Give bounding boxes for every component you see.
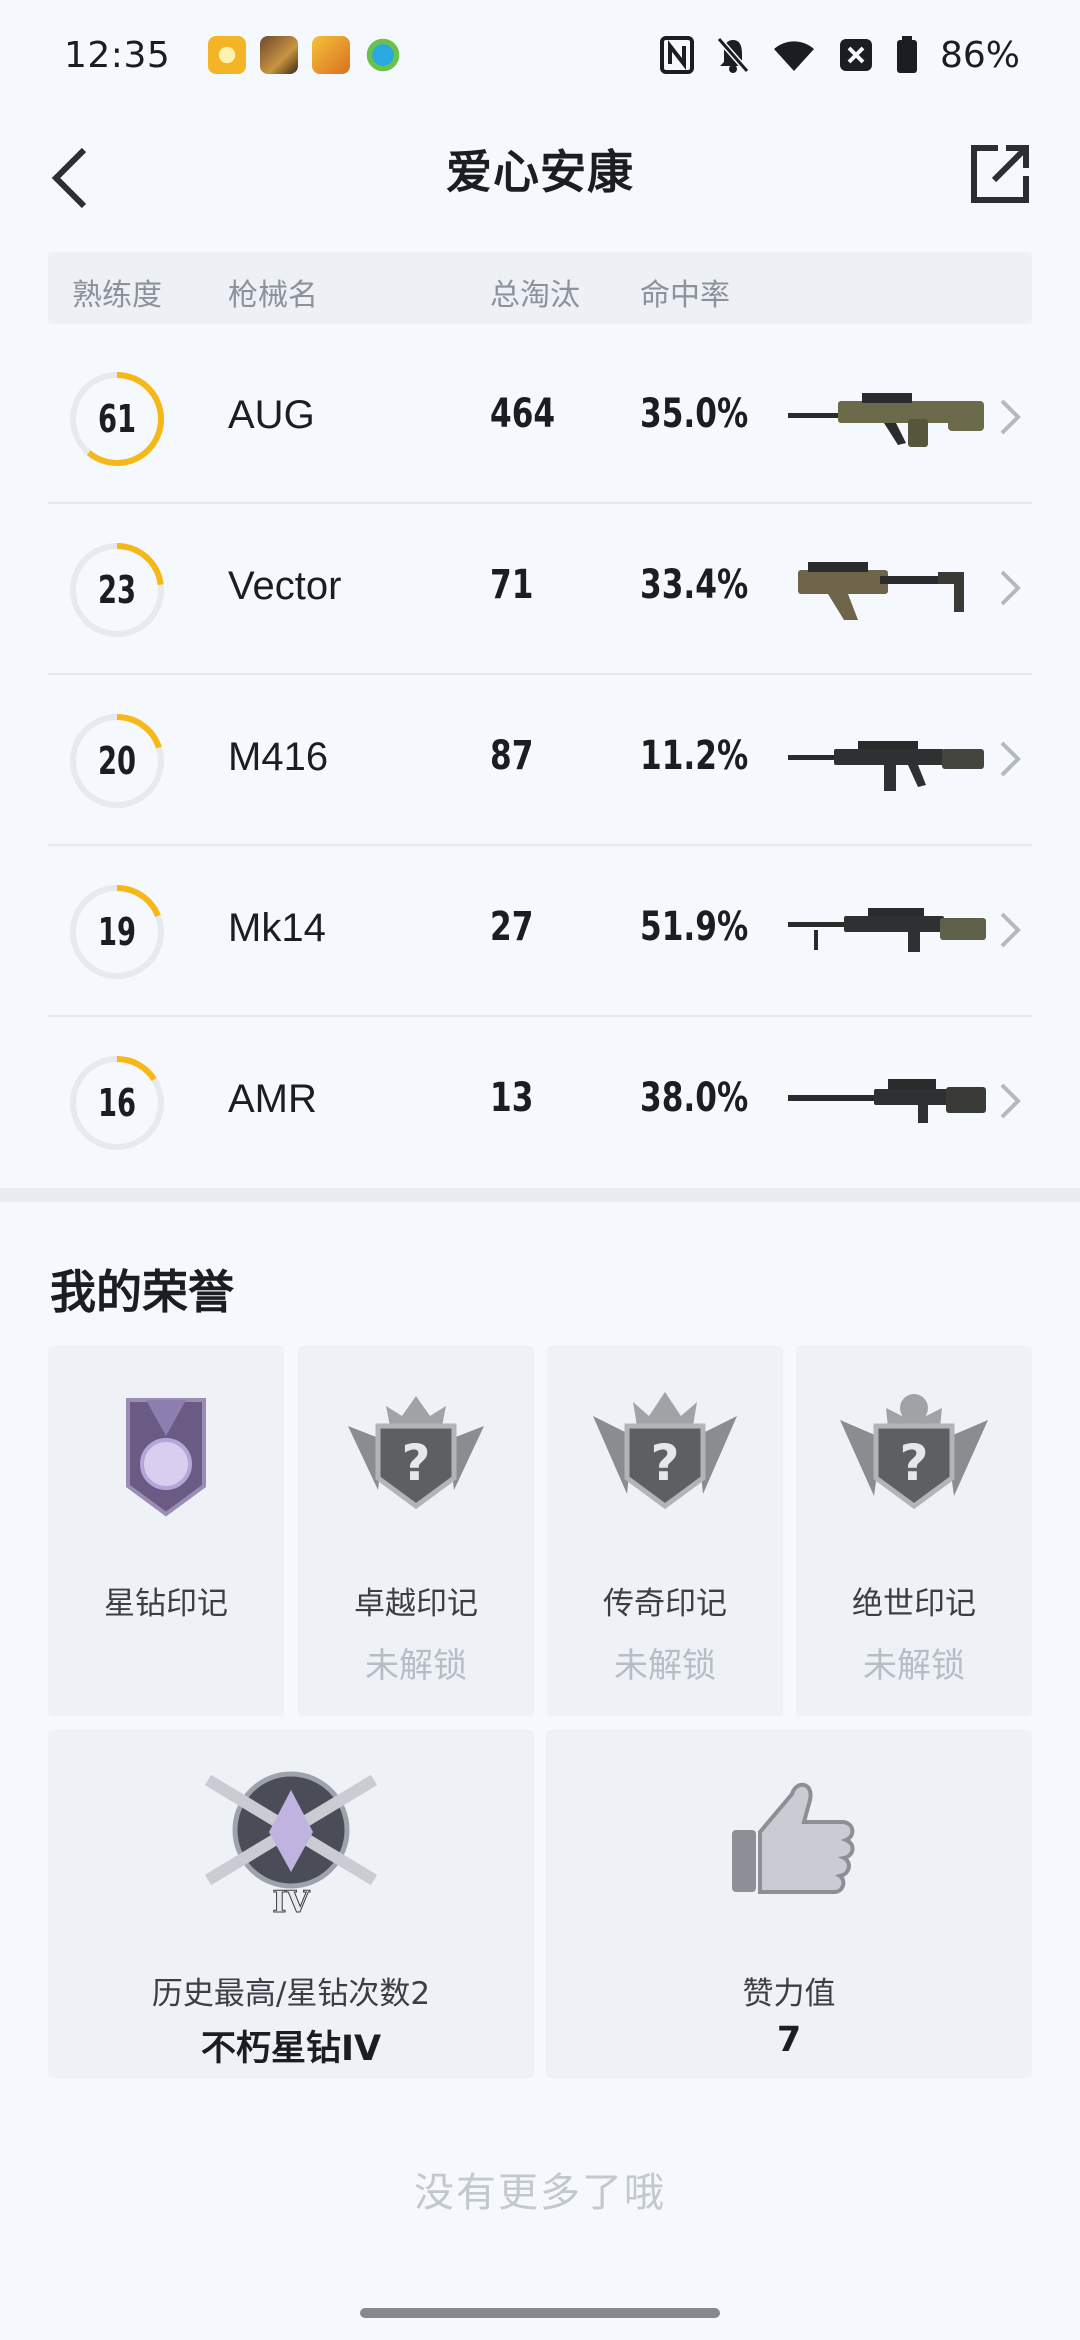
chevron-right-icon (1000, 399, 1021, 435)
peace-elite-app-notification-icon (312, 36, 351, 74)
chevron-right-icon (1000, 1083, 1021, 1119)
amr-sniper-image (788, 1079, 986, 1123)
sim-off-icon (838, 37, 874, 73)
home-indicator[interactable] (360, 2308, 720, 2318)
weapon-name: M416 (228, 735, 329, 779)
badge-status: 未解锁 (614, 1646, 716, 1686)
weapon-name: Mk14 (228, 906, 326, 950)
table-row[interactable]: 23 Vector 71 33.4% (48, 504, 1032, 675)
weapon-kills: 71 (490, 562, 534, 608)
locked-emblem-icon: ? (348, 1396, 484, 1510)
pubg-app-notification-icon (260, 36, 299, 74)
locked-emblem-icon: ? (840, 1394, 988, 1510)
status-bar: 12:35 86% (0, 0, 1080, 110)
nfc-icon (659, 36, 694, 74)
weapon-hit-rate: 33.4% (640, 562, 749, 608)
badge-card-excellence[interactable]: ? 卓越印记 未解锁 (298, 1346, 534, 1716)
battery-icon (896, 36, 918, 74)
badge-status: 未解锁 (863, 1646, 965, 1686)
badge-label: 绝世印记 (852, 1586, 976, 1622)
likes-card[interactable]: 赞力值 7 (546, 1730, 1032, 2078)
no-more-text: 没有更多了哦 (414, 2170, 666, 2216)
page-title: 爱心安康 (446, 145, 634, 199)
locked-emblem-icon: ? (593, 1392, 737, 1510)
weapon-hit-rate: 11.2% (640, 733, 749, 779)
badge-card-legend[interactable]: ? 传奇印记 未解锁 (547, 1346, 783, 1716)
likes-value: 7 (776, 2020, 802, 2060)
share-button[interactable] (960, 124, 1040, 224)
likes-label: 赞力值 (742, 1976, 836, 2012)
mk14-rifle-image (788, 908, 986, 952)
thumbs-up-icon (732, 1783, 855, 1894)
notification-icons (208, 36, 403, 74)
rank-tier-text: IV (272, 1885, 310, 1920)
column-proficiency: 熟练度 (72, 278, 162, 313)
chevron-right-icon (1000, 912, 1021, 948)
wifi-icon (772, 37, 816, 73)
proficiency-value: 61 (97, 397, 137, 441)
svg-text:?: ? (650, 1434, 679, 1492)
share-external-icon (971, 145, 1029, 203)
rank-emblem-icon: IV (204, 1771, 378, 1920)
badge-card-star-diamond[interactable]: 星钻印记 (48, 1346, 284, 1716)
column-total-kills: 总淘汰 (490, 278, 580, 313)
highest-rank-value: 不朽星钻IV (200, 2029, 382, 2069)
badge-label: 传奇印记 (603, 1586, 727, 1622)
svg-text:?: ? (401, 1434, 430, 1492)
m416-rifle-image (788, 741, 984, 791)
weapon-hit-rate: 35.0% (640, 391, 749, 437)
weapon-kills: 464 (490, 391, 556, 437)
page-header: 爱心安康 (0, 110, 1080, 250)
chevron-right-icon (1000, 570, 1021, 606)
table-row[interactable]: 16 AMR 13 38.0% (48, 1017, 1032, 1188)
honors-title: 我的荣誉 (50, 1265, 234, 1319)
proficiency-value: 16 (97, 1081, 137, 1125)
status-time: 12:35 (64, 34, 171, 76)
table-row[interactable]: 19 Mk14 27 51.9% (48, 846, 1032, 1017)
weapon-name: AMR (228, 1077, 317, 1121)
proficiency-value: 23 (97, 568, 137, 612)
proficiency-value: 19 (97, 910, 137, 954)
weapon-kills: 87 (490, 733, 534, 779)
svg-text:?: ? (899, 1434, 928, 1492)
proficiency-value: 20 (97, 739, 137, 783)
badge-card-peerless[interactable]: ? 绝世印记 未解锁 (796, 1346, 1032, 1716)
badge-label: 星钻印记 (104, 1586, 228, 1622)
weapons-table-header: 熟练度 枪械名 总淘汰 命中率 (48, 252, 1032, 324)
highest-rank-label: 历史最高/星钻次数2 (151, 1976, 431, 2012)
chevron-right-icon (1000, 741, 1021, 777)
badge-status: 未解锁 (365, 1646, 467, 1686)
battery-percent: 86% (939, 34, 1020, 76)
vector-smg-image (798, 562, 964, 620)
weapon-name: Vector (228, 564, 342, 608)
badge-label: 卓越印记 (354, 1586, 478, 1622)
aug-rifle-image (788, 393, 984, 447)
game-app-notification-icon (208, 36, 247, 74)
weapon-hit-rate: 38.0% (640, 1075, 749, 1121)
highest-rank-card[interactable]: IV 历史最高/星钻次数2 不朽星钻IV (48, 1730, 534, 2078)
table-row[interactable]: 20 M416 87 11.2% (48, 675, 1032, 846)
weapon-kills: 13 (490, 1075, 534, 1121)
weapon-kills: 27 (490, 904, 534, 950)
section-divider (0, 1188, 1080, 1202)
mute-icon (716, 36, 750, 74)
column-weapon-name: 枪械名 (228, 278, 318, 313)
table-row[interactable]: 61 AUG 464 35.0% (48, 333, 1032, 504)
weapon-hit-rate: 51.9% (640, 904, 749, 950)
column-hit-rate: 命中率 (640, 278, 730, 313)
weapons-table: 61 AUG 464 35.0% 23 Vector 71 33.4% 20 M… (48, 333, 1032, 1188)
weapon-name: AUG (228, 393, 315, 437)
star-diamond-medal-icon (126, 1398, 206, 1517)
china-mobile-notification-icon (364, 36, 403, 74)
